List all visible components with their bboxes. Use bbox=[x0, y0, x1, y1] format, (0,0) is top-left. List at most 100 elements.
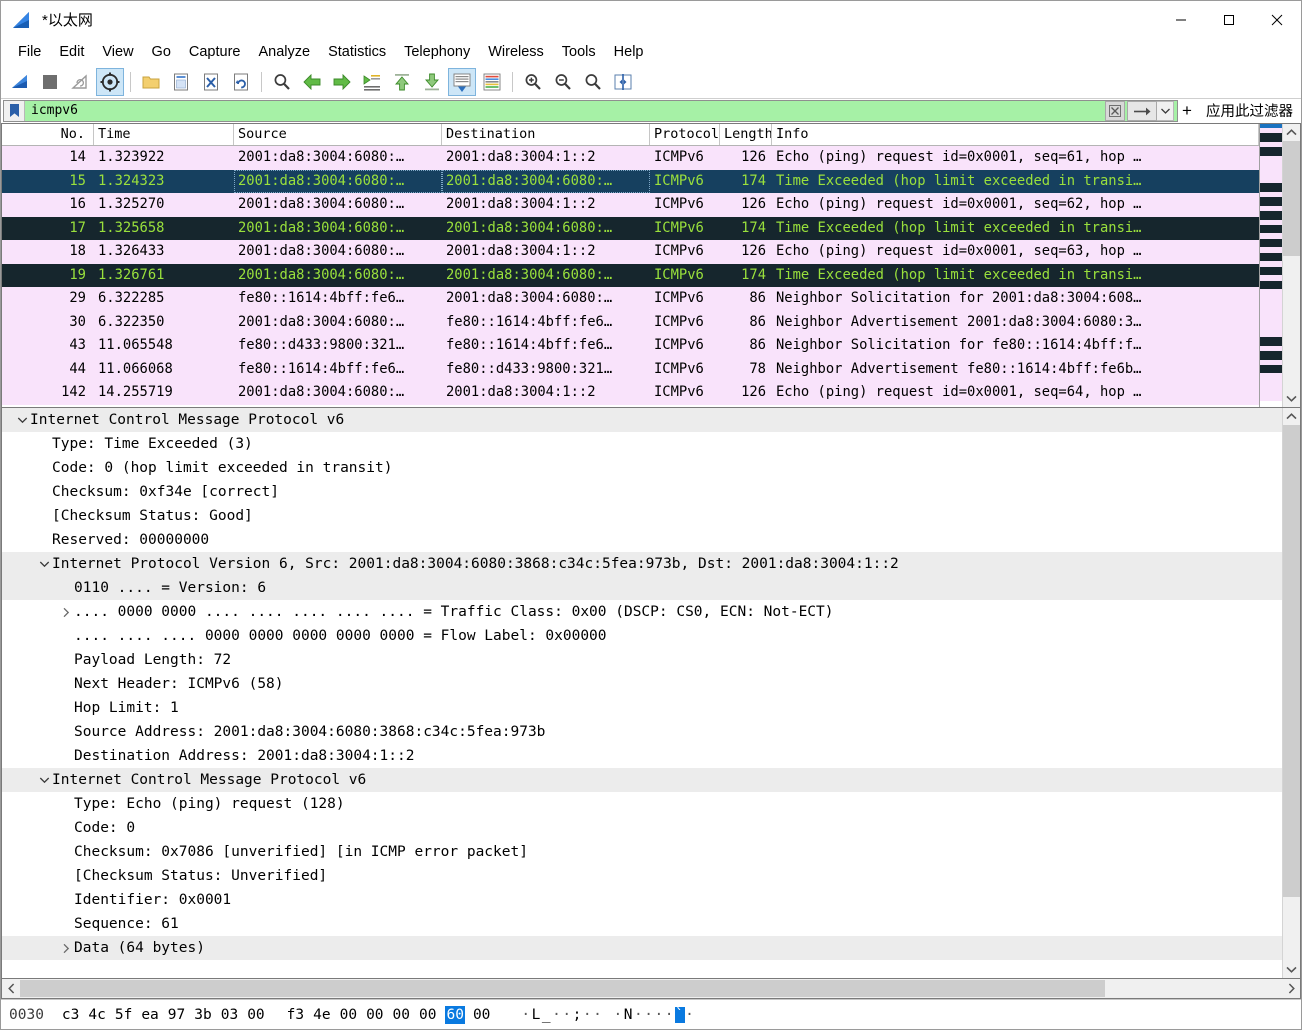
hex-byte[interactable]: 00 bbox=[419, 1007, 436, 1023]
menu-telephony[interactable]: Telephony bbox=[395, 41, 479, 63]
maximize-button[interactable] bbox=[1205, 1, 1253, 38]
hex-byte[interactable]: 3b bbox=[194, 1007, 211, 1023]
menu-file[interactable]: File bbox=[9, 41, 50, 63]
display-filter-input[interactable]: icmpv6 bbox=[3, 100, 1178, 122]
detail-tree-node[interactable]: Code: 0 bbox=[2, 816, 1282, 840]
packet-list-row[interactable]: 17 1.325658 2001:da8:3004:6080:… 2001:da8:3… bbox=[2, 216, 1259, 240]
packet-list-row[interactable]: 142 14.255719 2001:da8:3004:6080:… 2001:da8… bbox=[2, 381, 1259, 405]
packet-list-row[interactable]: 30 6.322350 2001:da8:3004:6080:… fe80::1614… bbox=[2, 310, 1259, 334]
column-header-no[interactable]: No. bbox=[2, 124, 94, 145]
ascii-char[interactable]: · bbox=[665, 1007, 675, 1023]
chevron-down-icon[interactable] bbox=[36, 776, 52, 784]
detail-tree-node[interactable]: Reserved: 00000000 bbox=[2, 528, 1282, 552]
ascii-char[interactable]: · bbox=[614, 1007, 624, 1023]
detail-vertical-scrollbar[interactable] bbox=[1282, 408, 1300, 978]
hex-byte[interactable]: 5f bbox=[115, 1007, 132, 1023]
ascii-char[interactable]: · bbox=[644, 1007, 654, 1023]
stop-capture-icon[interactable] bbox=[36, 68, 64, 96]
detail-tree-node[interactable]: Internet Control Message Protocol v6 bbox=[2, 408, 1282, 432]
auto-scroll-icon[interactable] bbox=[448, 68, 476, 96]
detail-tree-node[interactable]: .... .... .... 0000 0000 0000 0000 0000 … bbox=[2, 624, 1282, 648]
ascii-char[interactable]: · bbox=[634, 1007, 644, 1023]
intelligent-scrollbar[interactable] bbox=[1259, 124, 1282, 407]
hex-byte[interactable]: 00 bbox=[247, 1007, 264, 1023]
bookmark-icon[interactable] bbox=[4, 101, 25, 121]
menu-capture[interactable]: Capture bbox=[180, 41, 250, 63]
ascii-char[interactable]: · bbox=[685, 1007, 695, 1023]
hex-byte[interactable]: 00 bbox=[366, 1007, 383, 1023]
chevron-right-icon[interactable] bbox=[58, 607, 74, 618]
detail-tree-node[interactable]: Type: Echo (ping) request (128) bbox=[2, 792, 1282, 816]
ascii-char[interactable]: · bbox=[562, 1007, 572, 1023]
detail-tree-node[interactable]: Checksum: 0x7086 [unverified] [in ICMP e… bbox=[2, 840, 1282, 864]
hex-ascii-group[interactable]: ·L_··;·· ·N····`· bbox=[521, 1006, 695, 1023]
filter-history-dropdown[interactable] bbox=[1157, 101, 1174, 121]
packet-list-row[interactable]: 16 1.325270 2001:da8:3004:6080:… 2001:da8:3… bbox=[2, 193, 1259, 217]
hex-byte[interactable]: 03 bbox=[221, 1007, 238, 1023]
hex-byte[interactable]: ea bbox=[141, 1007, 158, 1023]
ascii-char-selected[interactable]: ` bbox=[674, 1006, 686, 1023]
apply-filter-label[interactable]: 应用此过滤器 bbox=[1196, 100, 1299, 121]
menu-go[interactable]: Go bbox=[143, 41, 180, 63]
detail-tree-node[interactable]: Destination Address: 2001:da8:3004:1::2 bbox=[2, 744, 1282, 768]
column-header-length[interactable]: Length bbox=[720, 124, 772, 145]
menu-edit[interactable]: Edit bbox=[50, 41, 93, 63]
detail-tree-node[interactable]: Internet Protocol Version 6, Src: 2001:d… bbox=[2, 552, 1282, 576]
detail-tree-node[interactable]: Sequence: 61 bbox=[2, 912, 1282, 936]
chevron-right-icon[interactable] bbox=[58, 943, 74, 954]
packet-list-row[interactable]: 29 6.322285 fe80::1614:4bff:fe6… 2001:da8:3… bbox=[2, 287, 1259, 311]
display-filter-value[interactable]: icmpv6 bbox=[25, 101, 1105, 121]
ascii-char[interactable]: L bbox=[532, 1007, 542, 1023]
normal-size-icon[interactable] bbox=[579, 68, 607, 96]
packet-list-row[interactable]: 19 1.326761 2001:da8:3004:6080:… 2001:da8:3… bbox=[2, 263, 1259, 287]
hscroll-track[interactable] bbox=[20, 979, 1282, 998]
menu-view[interactable]: View bbox=[93, 41, 142, 63]
colorize-packets-icon[interactable] bbox=[478, 68, 506, 96]
hex-byte[interactable]: 00 bbox=[340, 1007, 357, 1023]
column-header-destination[interactable]: Destination bbox=[442, 124, 650, 145]
restart-capture-icon[interactable] bbox=[66, 68, 94, 96]
detail-tree-node[interactable]: Internet Control Message Protocol v6 bbox=[2, 768, 1282, 792]
ascii-char[interactable]: N bbox=[624, 1007, 634, 1023]
add-filter-button[interactable]: + bbox=[1178, 100, 1196, 121]
hex-byte[interactable]: 4e bbox=[313, 1007, 330, 1023]
open-file-icon[interactable] bbox=[137, 68, 165, 96]
start-capture-icon[interactable] bbox=[6, 68, 34, 96]
minimize-button[interactable] bbox=[1157, 1, 1205, 38]
ascii-char[interactable]: ; bbox=[573, 1007, 583, 1023]
column-header-info[interactable]: Info bbox=[772, 124, 1259, 145]
zoom-out-icon[interactable] bbox=[549, 68, 577, 96]
hscroll-left-button[interactable] bbox=[2, 979, 20, 998]
detail-tree-node[interactable]: Source Address: 2001:da8:3004:6080:3868:… bbox=[2, 720, 1282, 744]
go-to-last-packet-icon[interactable] bbox=[418, 68, 446, 96]
apply-filter-button[interactable] bbox=[1127, 101, 1157, 121]
ascii-char[interactable]: · bbox=[593, 1007, 603, 1023]
hex-byte-selected[interactable]: 60 bbox=[445, 1005, 465, 1024]
packet-list-row[interactable]: 44 11.066068 fe80::1614:4bff:fe6… fe80::d43… bbox=[2, 357, 1259, 381]
ascii-char[interactable]: · bbox=[583, 1007, 593, 1023]
menu-tools[interactable]: Tools bbox=[553, 41, 605, 63]
resize-columns-icon[interactable] bbox=[609, 68, 637, 96]
hex-bytes-group[interactable]: c3 4c 5f ea 97 3b 03 00 f3 4e 00 00 00 00 60 00 bbox=[62, 1005, 500, 1024]
ascii-char[interactable]: · bbox=[654, 1007, 664, 1023]
packet-list-row[interactable]: 18 1.326433 2001:da8:3004:6080:… 2001:da8:3… bbox=[2, 240, 1259, 264]
menu-statistics[interactable]: Statistics bbox=[319, 41, 395, 63]
column-header-source[interactable]: Source bbox=[234, 124, 442, 145]
packet-list-row[interactable]: 43 11.065548 fe80::d433:9800:321… fe80::161… bbox=[2, 334, 1259, 358]
hscroll-thumb[interactable] bbox=[20, 980, 1106, 997]
detail-tree-node[interactable]: [Checksum Status: Good] bbox=[2, 504, 1282, 528]
go-back-icon[interactable] bbox=[298, 68, 326, 96]
ascii-char[interactable] bbox=[603, 1007, 613, 1023]
go-to-first-packet-icon[interactable] bbox=[388, 68, 416, 96]
ascii-char[interactable]: _ bbox=[542, 1007, 552, 1023]
menu-help[interactable]: Help bbox=[605, 41, 653, 63]
column-header-protocol[interactable]: Protocol bbox=[650, 124, 720, 145]
packet-bytes-pane[interactable]: 0030 c3 4c 5f ea 97 3b 03 00 f3 4e 00 00 00 00 60 00 ·L… bbox=[1, 999, 1301, 1029]
menu-wireless[interactable]: Wireless bbox=[479, 41, 553, 63]
reload-file-icon[interactable] bbox=[227, 68, 255, 96]
detail-scroll-down-button[interactable] bbox=[1283, 961, 1300, 978]
column-header-time[interactable]: Time bbox=[94, 124, 234, 145]
detail-tree-node[interactable]: 0110 .... = Version: 6 bbox=[2, 576, 1282, 600]
hex-byte[interactable]: c3 bbox=[62, 1007, 79, 1023]
detail-scroll-track[interactable] bbox=[1283, 425, 1300, 961]
